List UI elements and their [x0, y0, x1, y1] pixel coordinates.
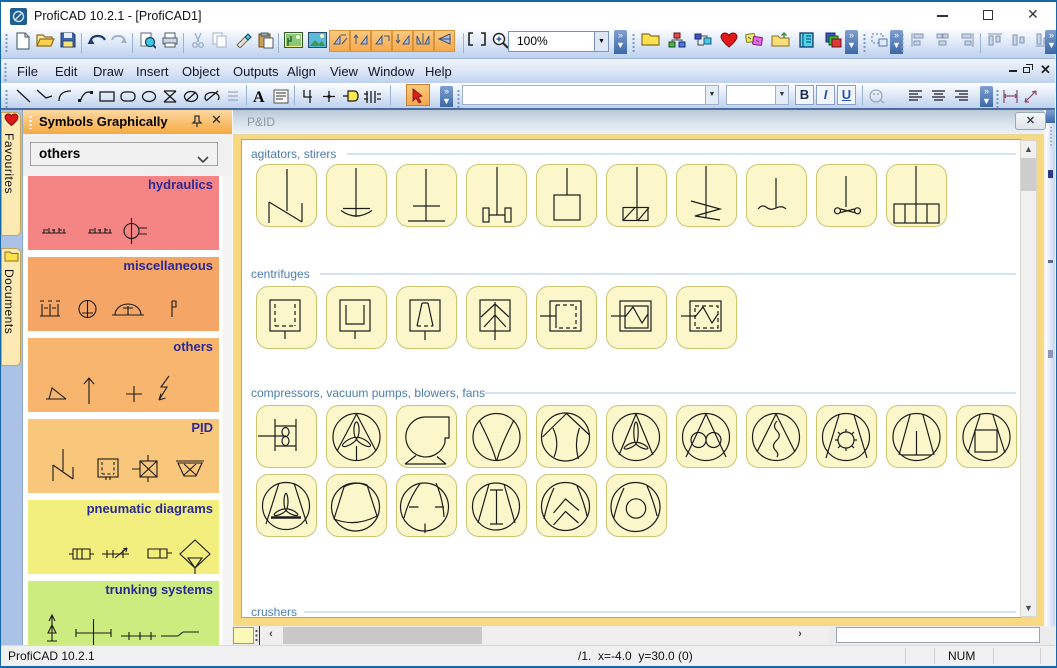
- svg-text:centrifuges: centrifuges: [251, 267, 310, 281]
- svg-text:A: A: [253, 89, 265, 105]
- svg-text:crushers: crushers: [251, 605, 297, 617]
- svg-text:agitators, stirers: agitators, stirers: [251, 147, 336, 161]
- svg-text:compressors, vacuum pumps, blo: compressors, vacuum pumps, blowers, fans: [251, 386, 485, 400]
